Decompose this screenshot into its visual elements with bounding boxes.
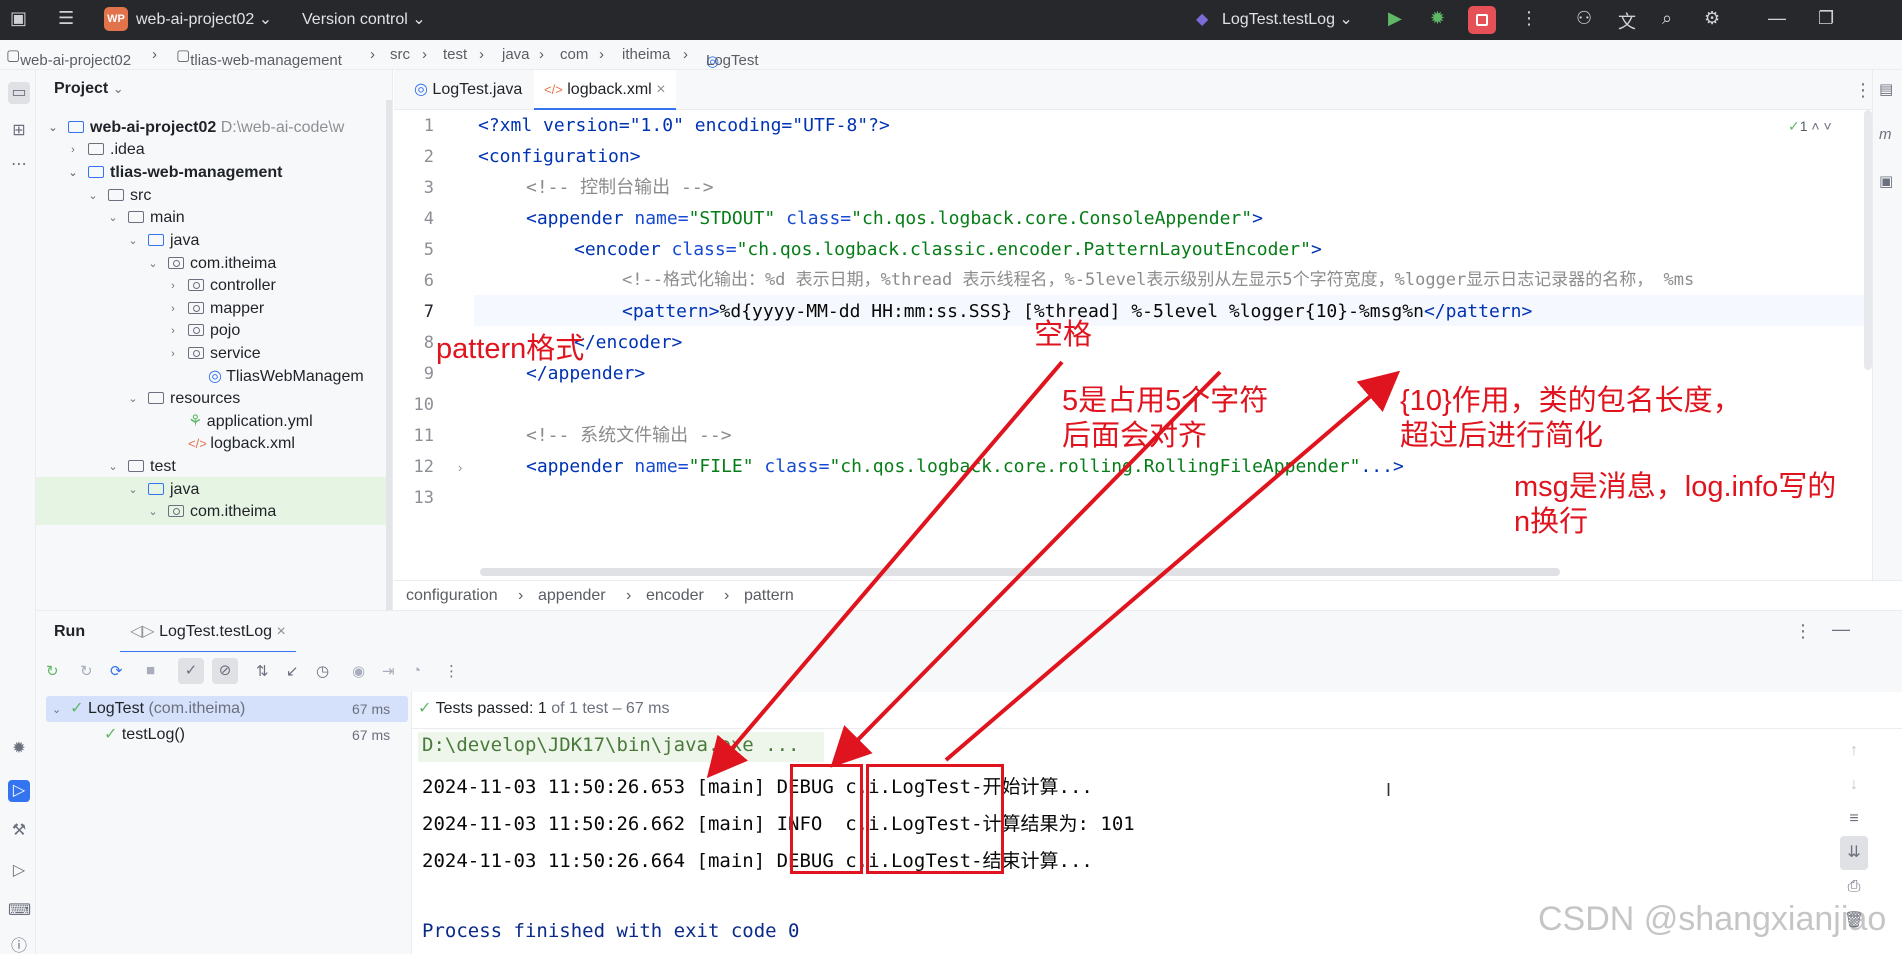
annotation-msg-newline: msg是消息，log.info写的 n换行: [1514, 471, 1837, 538]
annotation-five-chars: 5是占用5个字符 后面会对齐: [1062, 385, 1269, 452]
annotation-logger-length: {10}作用，类的包名长度， 超过后进行简化: [1400, 385, 1742, 452]
watermark: CSDN @shangxianjiao: [1538, 900, 1887, 938]
annotation-pattern-format: pattern格式: [436, 333, 585, 365]
annotation-space: 空格: [1034, 319, 1093, 351]
